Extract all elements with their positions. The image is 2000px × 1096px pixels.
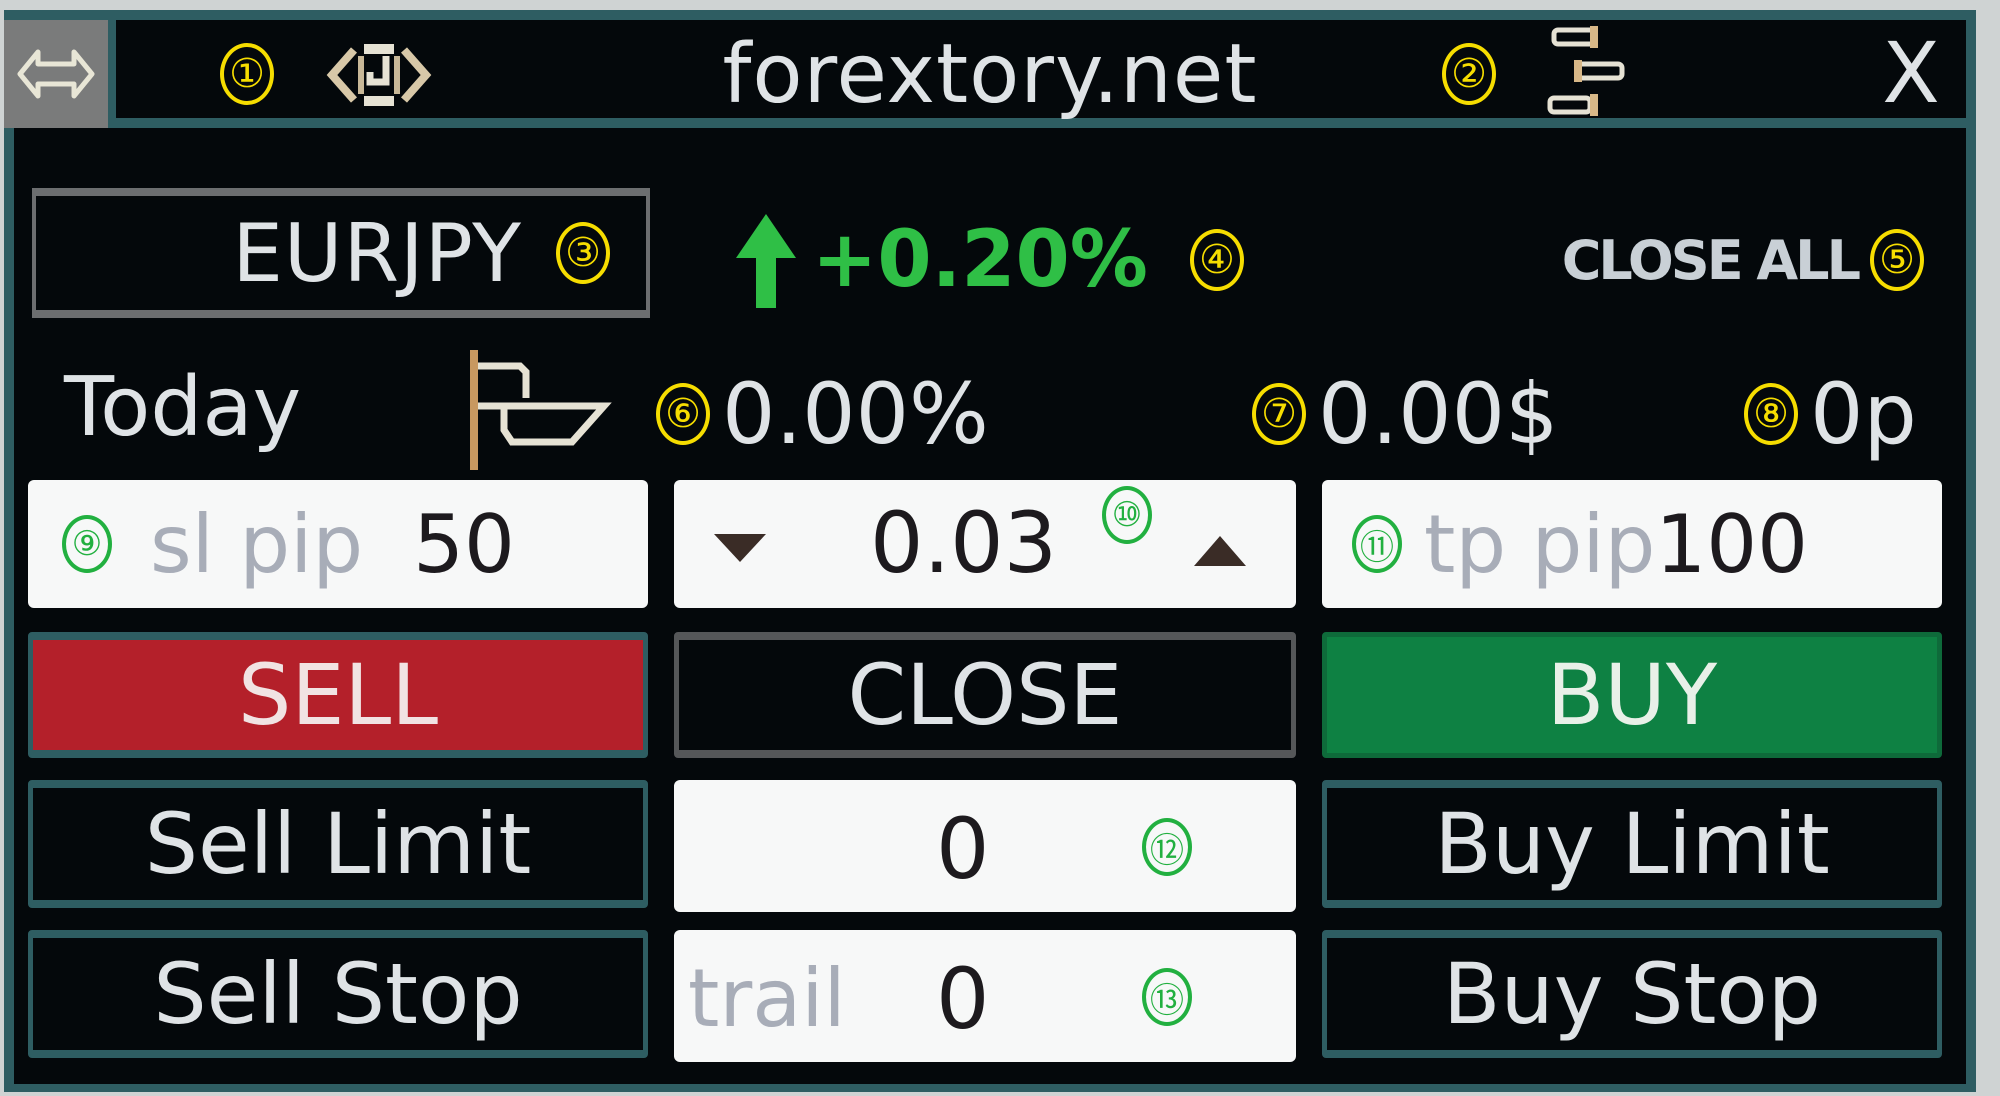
symbol-selector[interactable]: EURJPY ③ [32, 188, 650, 318]
buy-button[interactable]: BUY [1322, 632, 1942, 758]
lot-size-value[interactable]: 0.03 [870, 494, 1057, 592]
annotation-10: ⑩ [1102, 486, 1152, 544]
annotation-6: ⑥ [656, 383, 710, 445]
close-all-label: CLOSE ALL [1561, 228, 1861, 292]
annotation-11: ⑪ [1352, 515, 1402, 573]
triangle-down-icon [714, 534, 766, 562]
arrow-up-icon [736, 214, 796, 308]
pending-price-field[interactable]: 0 ⑫ [674, 780, 1296, 912]
sync-button[interactable] [324, 42, 434, 108]
annotation-1: ① [220, 43, 274, 105]
trailing-stop-placeholder: trail [688, 952, 846, 1045]
lot-size-stepper[interactable]: 0.03 ⑩ [674, 480, 1296, 608]
trailing-stop-field[interactable]: trail 0 ⑬ [674, 930, 1296, 1062]
settings-button[interactable] [1544, 24, 1644, 124]
decrease-lot-button[interactable] [710, 528, 770, 568]
annotation-12: ⑫ [1142, 818, 1192, 876]
annotation-3: ③ [556, 222, 610, 284]
stop-loss-field[interactable]: ⑨ sl pip 50 [28, 480, 648, 608]
today-stats-row: Today ⑥ 0.00% ⑦ 0.00$ ⑧ 0p [64, 350, 1964, 470]
annotation-8: ⑧ [1744, 383, 1798, 445]
sell-stop-button[interactable]: Sell Stop [28, 930, 648, 1058]
today-label: Today [64, 360, 302, 455]
today-profit-money: ⑦ 0.00$ [1252, 364, 1558, 464]
trade-panel-body: forextory.net ① ② X EURJPY ③ +0.20% ④ CL… [4, 20, 1966, 1084]
sell-button[interactable]: SELL [28, 632, 648, 758]
today-profit-percent-value: 0.00% [722, 365, 989, 463]
stop-loss-value[interactable]: 50 [413, 498, 515, 591]
pending-price-value[interactable]: 0 [936, 800, 989, 898]
today-profit-pips: ⑧ 0p [1744, 364, 1917, 464]
app-title: forextory.net [722, 26, 1258, 122]
sync-icon [326, 44, 432, 106]
stop-loss-placeholder: sl pip [150, 497, 364, 591]
annotation-5: ⑤ [1870, 229, 1924, 291]
symbol-label: EURJPY [232, 206, 522, 300]
daily-change: +0.20% ④ [734, 205, 1244, 315]
trade-panel: forextory.net ① ② X EURJPY ③ +0.20% ④ CL… [4, 10, 1976, 1092]
sell-limit-button[interactable]: Sell Limit [28, 780, 648, 908]
annotation-13: ⑬ [1142, 968, 1192, 1026]
today-profit-pips-value: 0p [1810, 365, 1917, 463]
take-profit-value[interactable]: 100 [1655, 498, 1808, 591]
annotation-2: ② [1442, 43, 1496, 105]
buy-limit-button[interactable]: Buy Limit [1322, 780, 1942, 908]
today-profit-money-value: 0.00$ [1318, 365, 1559, 463]
today-profit-percent: ⑥ 0.00% [656, 364, 989, 464]
increase-lot-button[interactable] [1190, 532, 1250, 572]
daily-change-value: +0.20% [812, 215, 1148, 305]
stacked-toggles-icon [1547, 26, 1625, 116]
annotation-9: ⑨ [62, 515, 112, 573]
triangle-up-icon [1194, 536, 1246, 566]
take-profit-field[interactable]: ⑪ tp pip 100 [1322, 480, 1942, 608]
buy-stop-button[interactable]: Buy Stop [1322, 930, 1942, 1058]
close-all-button[interactable]: CLOSE ALL ⑤ [1562, 210, 1924, 310]
annotation-4: ④ [1189, 229, 1244, 291]
close-panel-button[interactable]: X [1866, 24, 1956, 122]
panel-header: forextory.net ① ② X [4, 20, 1966, 128]
close-button[interactable]: CLOSE [674, 632, 1296, 758]
take-profit-placeholder: tp pip [1424, 497, 1656, 591]
annotation-7: ⑦ [1252, 383, 1306, 445]
trailing-stop-value[interactable]: 0 [936, 950, 989, 1048]
period-selector[interactable] [464, 350, 614, 470]
flag-icon [470, 350, 612, 470]
